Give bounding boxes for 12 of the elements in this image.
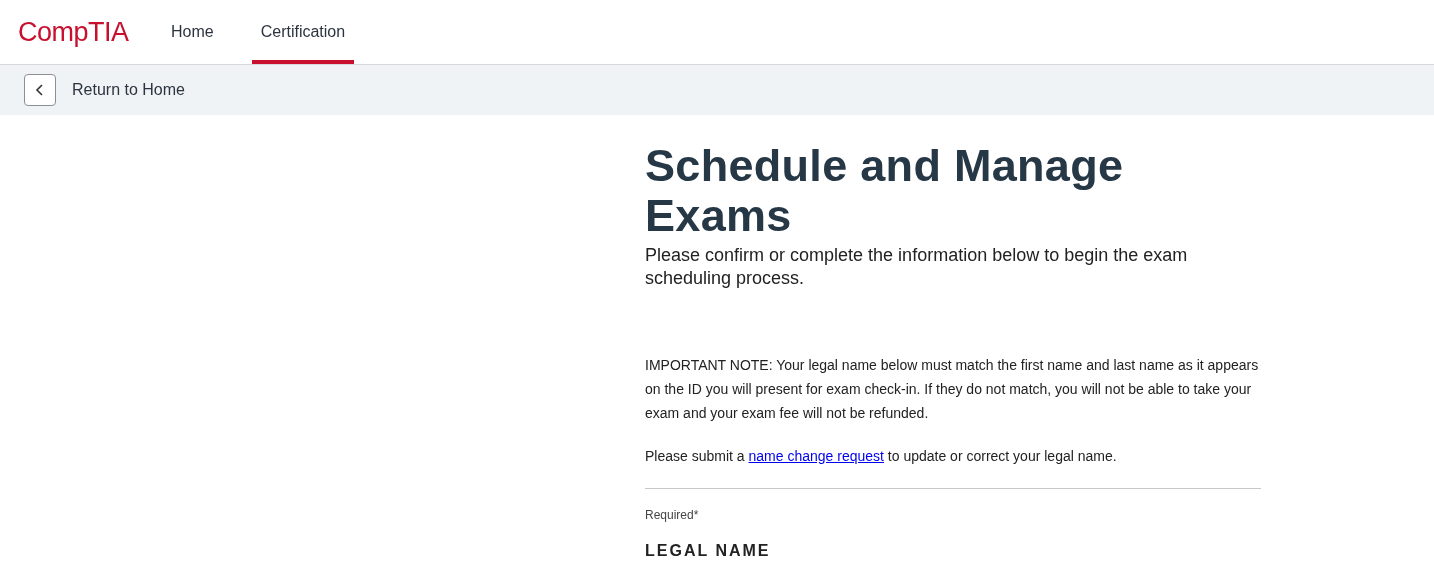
back-button[interactable] [24, 74, 56, 106]
page-title: Schedule and Manage Exams [645, 141, 1125, 241]
subtitle: Please confirm or complete the information below to begin the exam scheduling process. [645, 244, 1189, 290]
important-note: IMPORTANT NOTE: Your legal name below must match the first name and last name as it appears on the ID you will present for exam check-in. If they do not match, you will not be able to take your exam and your exam fee will not be refunded. [645, 356, 1260, 423]
return-link[interactable]: Return to Home [72, 81, 185, 99]
name-change-sentence: Please submit a name change request to update or correct your legal name. [645, 447, 1118, 466]
chevron-left-icon [35, 83, 45, 97]
section-heading: LEGAL NAME [645, 542, 772, 560]
nav-tab[interactable]: Home [162, 0, 223, 64]
name-change-link[interactable]: name change request [748, 448, 884, 464]
logo[interactable]: CompTIA [18, 16, 162, 48]
required-label: Required* [645, 508, 700, 522]
